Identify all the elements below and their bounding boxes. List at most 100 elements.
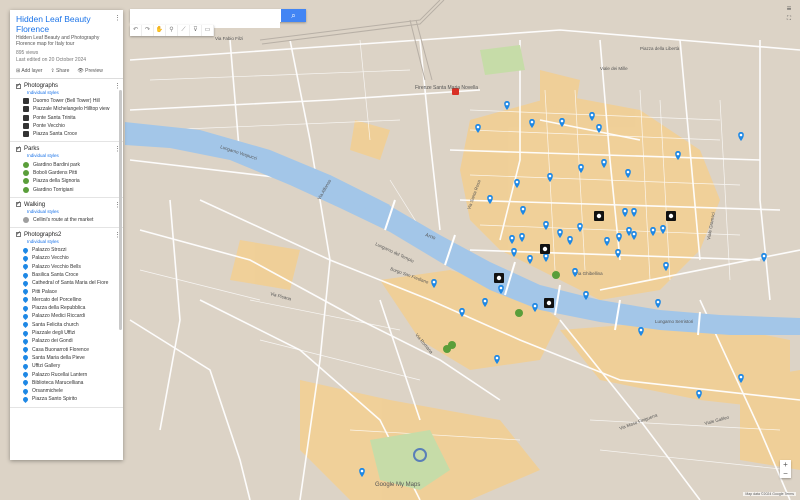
filter-icon[interactable]: ⊽ [190,25,202,36]
search-icon[interactable]: ⌕ [281,9,306,22]
hand-icon[interactable]: ✋ [154,25,166,36]
station-label: Firenze Santa Maria Novella [415,85,478,91]
layer-item[interactable]: Cellini's route at the market [10,216,123,224]
layer-item-label: Palazzo Vecchio Bells [32,263,81,270]
layer-item[interactable]: Uffizi Gallery [10,362,123,370]
pin-icon [21,379,30,387]
scrollbar[interactable] [119,90,122,330]
layer-item-label: Giardino Torrigiani [33,186,74,193]
layer-item-label: Palazzo dei Gondi [32,338,73,345]
layer-item-label: Duomo Tower (Bell Tower) Hill [33,98,100,105]
search-box[interactable]: ⌕ [130,9,306,28]
layer-item-label: Ponte Santa Trinita [33,114,76,121]
layer-item[interactable]: Mercato del Porcellino [10,296,123,304]
layer-style-link[interactable]: Individual styles [10,208,123,216]
map-attribution[interactable]: Map data ©2024 Google Terms [743,492,796,496]
layer-item[interactable]: Santa Felicita church [10,321,123,329]
layer-item[interactable]: Piazza Santa Croce [10,130,123,138]
camera-marker[interactable] [666,211,676,221]
layer-item[interactable]: Giardino Bardini park [10,160,123,168]
park-marker[interactable] [552,271,560,279]
layer-visibility-checkbox[interactable] [16,82,21,89]
layer-item[interactable]: Boboli Gardens Pitti [10,169,123,177]
layer-item-label: Palazzo Vecchio [32,255,69,262]
layer-item[interactable]: Piazzale degli Uffizi [10,329,123,337]
layer-item[interactable]: Basilica Santa Croce [10,271,123,279]
layer-item[interactable]: Piazza Santo Spirito [10,395,123,403]
layer-item[interactable]: Palazzo dei Gondi [10,337,123,345]
layer-title[interactable]: Parks [24,146,39,152]
add-layer-button[interactable]: ⊞ Add layer [16,68,42,74]
layer-item[interactable]: Santa Maria della Pieve [10,354,123,362]
pin-icon [21,395,30,403]
map-title[interactable]: Hidden Leaf Beauty Florence [10,10,123,35]
layer-item[interactable]: Palazzo Strozzi [10,246,123,254]
layer-item[interactable]: Ponte Santa Trinita [10,114,123,122]
layer-item[interactable]: Duomo Tower (Bell Tower) Hill [10,97,123,105]
layer-item-label: Piazzale degli Uffizi [32,330,76,337]
layer-visibility-checkbox[interactable] [16,230,21,238]
layer-item[interactable]: Piazza della Signoria [10,177,123,185]
camera-icon [23,114,29,121]
layer-style-link[interactable]: Individual styles [10,89,123,97]
camera-icon [23,123,29,130]
redo-icon[interactable]: ↷ [142,25,154,36]
layer-title[interactable]: Walking [24,202,45,208]
layer-item[interactable]: Orsanmichele [10,387,123,395]
layer-item[interactable]: Giardino Torrigiani [10,185,123,193]
zoom-out-button[interactable]: − [780,469,791,478]
camera-icon [23,106,29,113]
layer-style-link[interactable]: Individual styles [10,152,123,160]
undo-icon[interactable]: ↶ [130,25,142,36]
camera-marker[interactable] [540,244,550,254]
layer-item[interactable]: Piazzale Michelangelo Hilltop view [10,105,123,113]
layer-item[interactable]: Cathedral of Santa Maria del Fiore [10,279,123,287]
layer-style-link[interactable]: Individual styles [10,238,123,246]
preview-button[interactable]: 👁 Preview [77,68,103,74]
line-icon[interactable]: ⟋ [178,25,190,36]
layer-item[interactable]: Ponte Vecchio [10,122,123,130]
zoom-in-button[interactable]: + [780,460,791,469]
layer-item-label: Uffizi Gallery [32,363,61,370]
camera-marker[interactable] [544,298,554,308]
layer-item-label: Cellini's route at the market [33,216,94,223]
more-options-icon[interactable]: ⋮ [114,15,121,22]
camera-marker[interactable] [594,211,604,221]
layer-item-label: Biblioteca Marucelliana [32,379,84,386]
fullscreen-icon[interactable]: ⛶ [784,16,794,22]
pin-icon [21,387,30,395]
park-marker[interactable] [448,341,456,349]
layer-item-label: Piazza della Signoria [33,178,80,185]
pin-icon [21,354,30,362]
street-label: Via Ghibellina [575,271,603,276]
layer-visibility-checkbox[interactable] [16,200,21,208]
pin-icon [21,263,30,271]
layer-item[interactable]: Piazza della Repubblica [10,304,123,312]
pin-icon [21,246,30,254]
layer-item[interactable]: Casa Buonarroti Florence [10,346,123,354]
layer-item[interactable]: Palazzo Medici Riccardi [10,312,123,321]
pin-icon [21,371,30,379]
layer-visibility-checkbox[interactable] [16,145,21,152]
layer-options-icon[interactable]: ⋮ [114,83,121,90]
park-icon [23,178,29,185]
park-icon [23,186,29,193]
layer-item[interactable]: Pitti Palace [10,287,123,296]
pin-icon [21,254,30,262]
marker-icon[interactable]: ⚲ [166,25,178,36]
ruler-icon[interactable]: ▭ [202,25,214,36]
layer-title[interactable]: Photographs2 [24,232,61,238]
layer-item[interactable]: Palazzo Rucellai Lantern [10,370,123,379]
layer-item[interactable]: Palazzo Vecchio Bells [10,263,123,271]
layer-item-label: Casa Buonarroti Florence [32,346,89,353]
layer-title[interactable]: Photographs [24,83,58,89]
layer-item-label: Orsanmichele [32,388,63,395]
layer-item[interactable]: Biblioteca Marucelliana [10,379,123,387]
camera-icon [23,131,29,138]
menu-icon[interactable]: ≡ [784,5,794,13]
street-label: Piazza della Libertà [640,46,680,51]
park-marker[interactable] [515,309,523,317]
layer-item[interactable]: Palazzo Vecchio [10,254,123,262]
share-button[interactable]: ⇪ Share [50,68,69,74]
camera-marker[interactable] [494,273,504,283]
